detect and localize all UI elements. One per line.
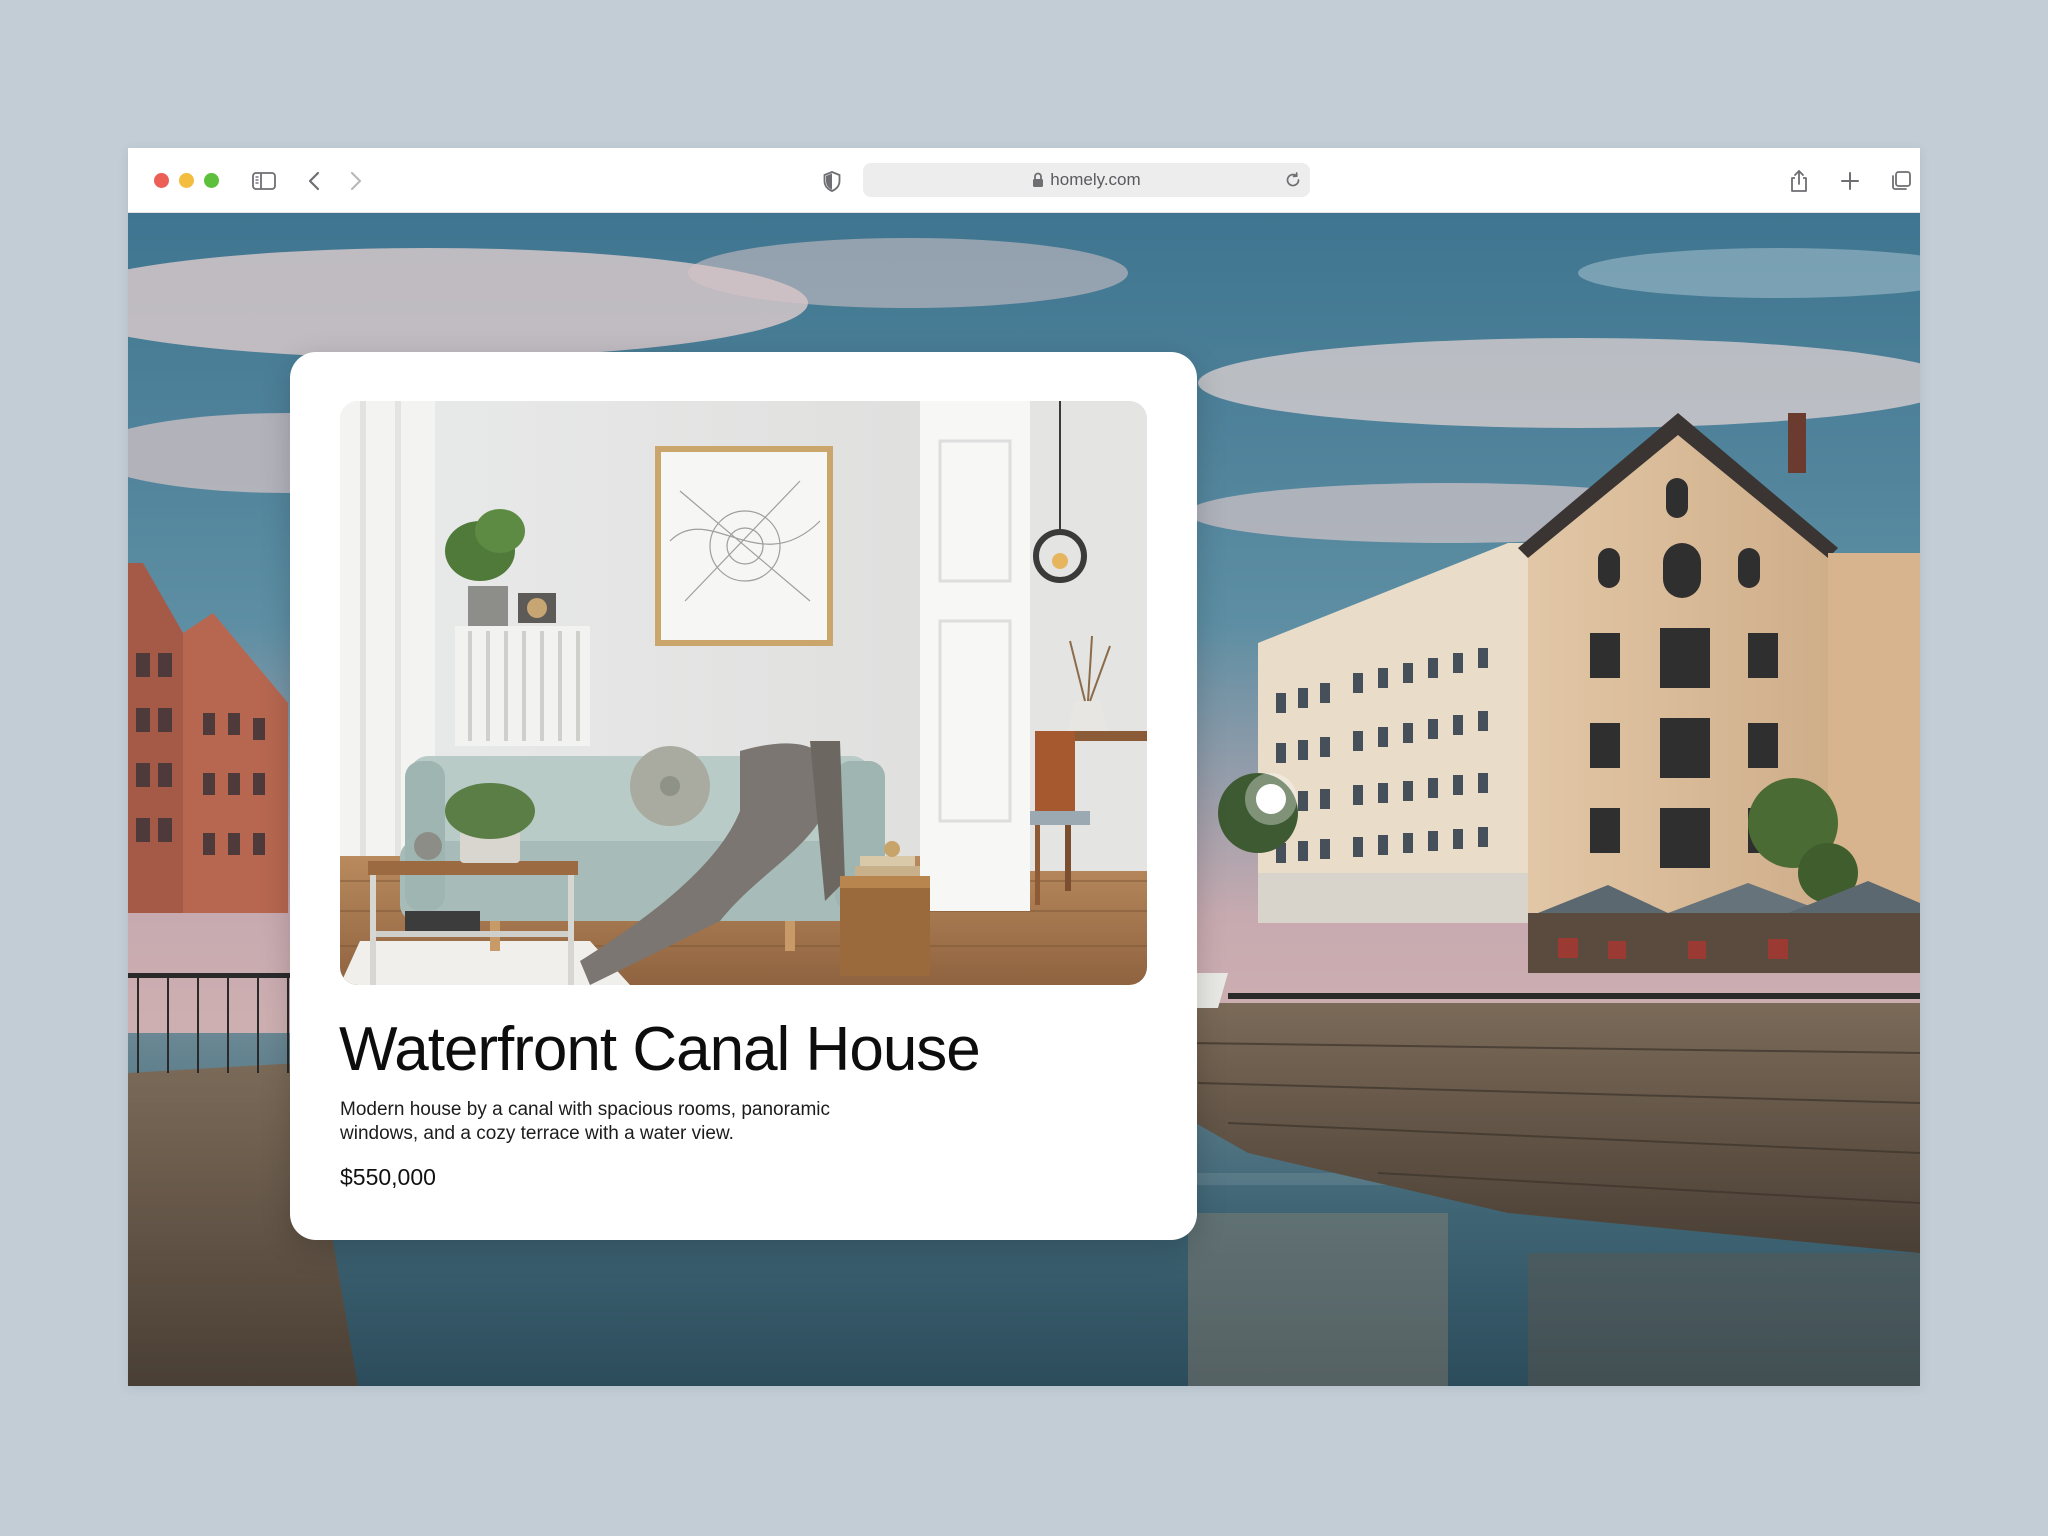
browser-toolbar: homely.com [128,148,1920,213]
lock-icon [1032,172,1044,188]
address-bar[interactable]: homely.com [863,163,1310,197]
tabs-icon [1892,171,1911,190]
sidebar-toggle-button[interactable] [246,163,282,199]
listing-description: Modern house by a canal with spacious ro… [340,1099,831,1144]
chevron-right-icon [350,171,362,191]
listing-card[interactable]: Waterfront Canal House Modern house by a… [290,352,1197,1240]
new-tab-button[interactable] [1832,163,1868,199]
living-room-image [340,401,1147,985]
privacy-report-button[interactable] [814,163,850,199]
sidebar-icon [252,172,276,190]
minimize-window-button[interactable] [179,173,194,188]
listing-title: Waterfront Canal House [339,1015,981,1084]
share-icon [1791,170,1807,192]
reload-icon [1286,172,1300,187]
forward-button[interactable] [338,163,374,199]
close-window-button[interactable] [154,173,169,188]
back-button[interactable] [296,163,332,199]
listing-price: $550,000 [340,1164,436,1190]
url-text: homely.com [1050,170,1141,189]
plus-icon [1841,172,1859,190]
page-viewport: Waterfront Canal House Modern house by a… [128,213,1920,1386]
chevron-left-icon [308,171,320,191]
share-button[interactable] [1781,163,1817,199]
reload-button[interactable] [1284,171,1302,189]
zoom-window-button[interactable] [204,173,219,188]
listing-photo[interactable] [340,401,1147,985]
shield-icon [823,170,841,192]
browser-window: homely.com Waterfront Canal House Modern… [128,148,1920,1386]
slider-drag-handle[interactable] [1245,773,1297,825]
tab-overview-button[interactable] [1883,163,1919,199]
